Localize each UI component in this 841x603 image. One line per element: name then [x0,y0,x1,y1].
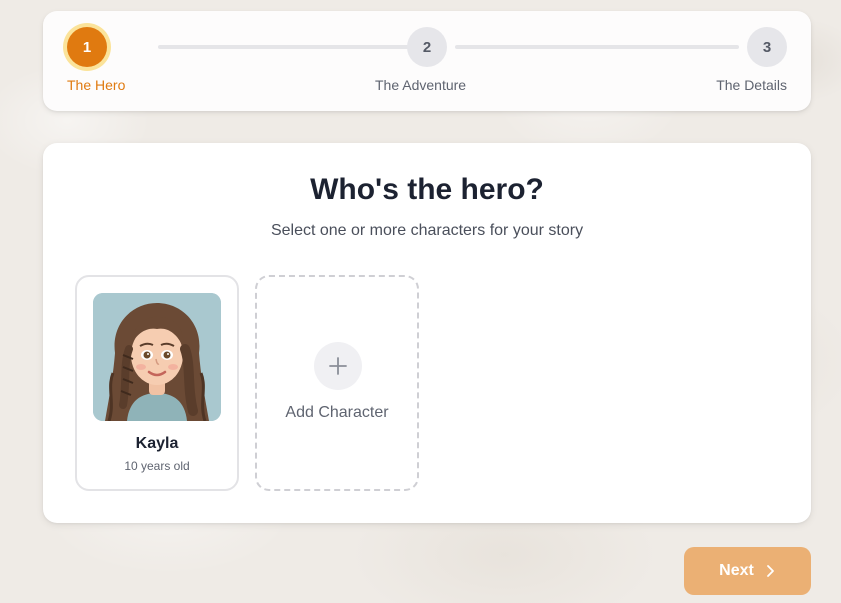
progress-stepper: 1 2 3 The Hero The Adventure The Details [43,11,811,111]
step-1-indicator[interactable]: 1 [67,27,107,67]
step-connector-2 [455,45,739,49]
character-name: Kayla [135,435,179,452]
step-1-label: The Hero [67,77,126,93]
character-avatar [93,293,221,421]
hero-selection-card: Who's the hero? Select one or more chara… [43,143,811,523]
character-card-kayla[interactable]: Kayla 10 years old [75,275,239,491]
chevron-right-icon [766,565,774,577]
step-3-indicator[interactable]: 3 [747,27,787,67]
step-2-label: The Adventure [375,77,467,93]
step-connector-1 [158,45,441,49]
page-subtitle: Select one or more characters for your s… [270,222,584,239]
plus-icon [329,357,347,375]
next-button[interactable]: Next [684,547,811,595]
add-character-label: Add Character [285,404,389,421]
add-character-button[interactable]: Add Character [255,275,419,491]
plus-icon-container [314,342,362,390]
step-2-indicator[interactable]: 2 [407,27,447,67]
character-age: 10 years old [124,459,190,473]
girl-portrait-icon [93,293,221,421]
next-button-label: Next [719,562,754,579]
page-title: Who's the hero? [310,173,544,206]
step-3-label: The Details [716,77,787,93]
